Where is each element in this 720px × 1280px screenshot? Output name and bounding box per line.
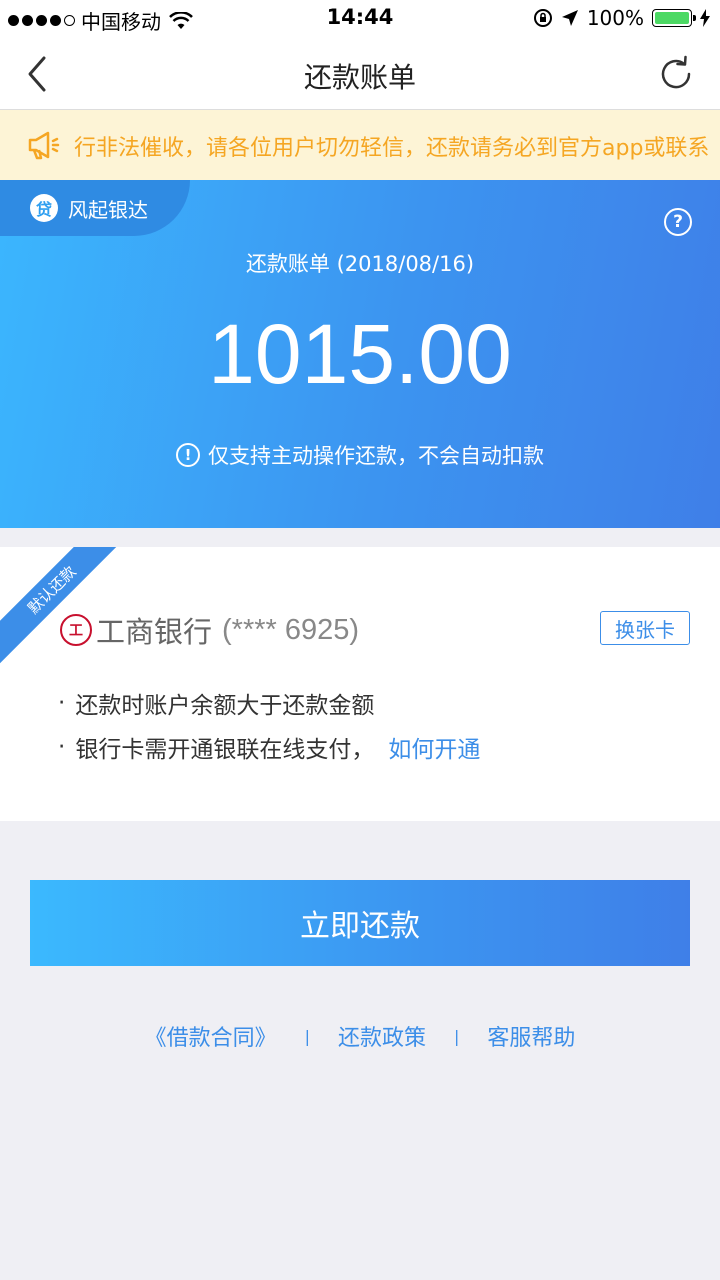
tip-item: · 还款时账户余额大于还款金额	[58, 681, 480, 725]
battery-icon	[652, 9, 696, 27]
notice-text: 行非法催收，请各位用户切勿轻信，还款请务必到官方app或联系	[74, 136, 710, 161]
repayment-card-section: 默认还款 工 工商银行 (**** 6925) 换张卡 · 还款时账户余额大于还…	[0, 547, 720, 821]
page-title: 还款账单	[303, 61, 416, 94]
warning-icon: !	[176, 443, 200, 467]
bank-card-row: 工 工商银行 (**** 6925)	[60, 609, 359, 651]
notice-banner[interactable]: 行非法催收，请各位用户切勿轻信，还款请务必到官方app或联系	[0, 110, 720, 180]
bill-title: 还款账单 (2018/08/16)	[245, 252, 475, 276]
footer-links: 《借款合同》 | 还款政策 | 客服帮助	[0, 1020, 720, 1052]
bill-note: ! 仅支持主动操作还款，不会自动扣款	[0, 440, 720, 470]
card-number: (**** 6925)	[222, 613, 360, 646]
orientation-lock-icon	[533, 9, 552, 27]
loan-icon: 贷	[30, 194, 58, 222]
charging-icon	[700, 9, 710, 27]
tip-text: 银行卡需开通银联在线支付，	[75, 737, 375, 763]
location-icon	[561, 10, 578, 26]
separator: |	[304, 1026, 310, 1046]
tip-text: 还款时账户余额大于还款金额	[75, 693, 375, 719]
bill-summary: 贷 风起银达 ? 还款账单 (2018/08/16) 1015.00 ! 仅支持…	[0, 180, 720, 528]
icbc-logo-icon: 工	[60, 614, 92, 646]
repay-tips: · 还款时账户余额大于还款金额 · 银行卡需开通银联在线支付， 如何开通	[58, 681, 480, 769]
help-icon[interactable]: ?	[664, 208, 692, 236]
tip-item: · 银行卡需开通银联在线支付， 如何开通	[58, 725, 480, 769]
product-name: 风起银达	[68, 197, 148, 222]
bill-note-text: 仅支持主动操作还款，不会自动扣款	[208, 444, 544, 468]
megaphone-icon	[28, 131, 60, 160]
change-card-button[interactable]: 换张卡	[600, 611, 690, 645]
refresh-icon[interactable]	[656, 54, 696, 94]
customer-service-link[interactable]: 客服帮助	[487, 1020, 575, 1052]
loan-contract-link[interactable]: 《借款合同》	[145, 1020, 277, 1052]
status-right: 100%	[533, 6, 710, 30]
battery-percent: 100%	[586, 6, 644, 30]
repay-now-button[interactable]: 立即还款	[30, 880, 690, 966]
product-tag: 贷 风起银达	[0, 180, 190, 236]
how-to-enable-link[interactable]: 如何开通	[388, 730, 480, 764]
repay-policy-link[interactable]: 还款政策	[338, 1020, 426, 1052]
status-bar: 中国移动 14:44 100%	[0, 0, 720, 36]
nav-bar: 还款账单	[0, 36, 720, 110]
bank-name: 工商银行	[96, 615, 213, 649]
separator: |	[454, 1026, 460, 1046]
bill-amount: 1015.00	[208, 307, 512, 401]
